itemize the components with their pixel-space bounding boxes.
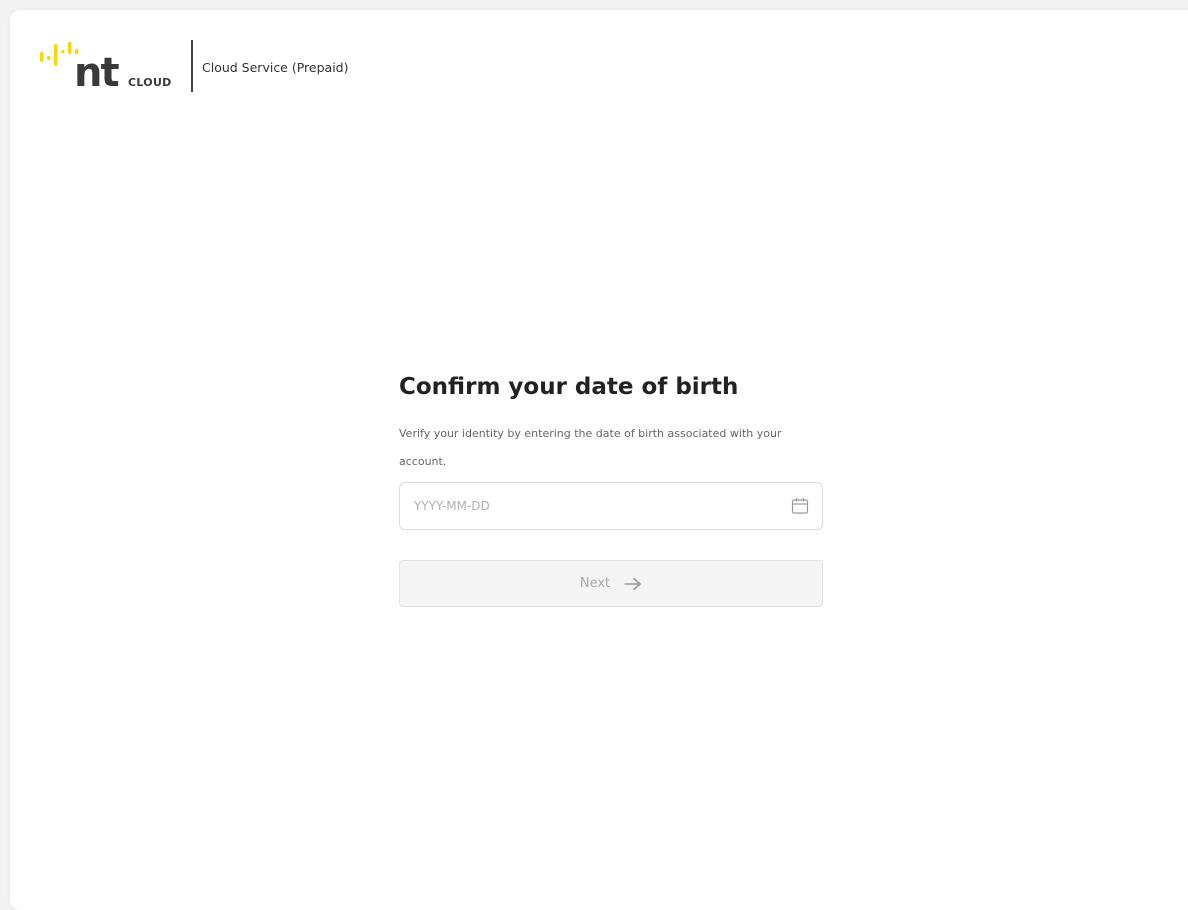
dob-field[interactable] bbox=[399, 482, 823, 530]
dob-form: Confirm your date of birth Verify your i… bbox=[399, 370, 825, 607]
dob-input[interactable] bbox=[400, 483, 770, 529]
nt-cloud-logo: nt CLOUD bbox=[38, 40, 183, 100]
next-button[interactable]: Next bbox=[399, 560, 823, 607]
logo-wordmark: nt bbox=[74, 50, 120, 96]
main-card: nt CLOUD Cloud Service (Prepaid) Confirm… bbox=[10, 10, 1188, 910]
calendar-icon[interactable] bbox=[791, 497, 809, 515]
arrow-right-icon bbox=[624, 577, 641, 590]
header-divider bbox=[191, 40, 193, 92]
page-description: Verify your identity by entering the dat… bbox=[399, 427, 782, 468]
service-name: Cloud Service (Prepaid) bbox=[202, 60, 349, 75]
header: nt CLOUD Cloud Service (Prepaid) bbox=[38, 40, 348, 100]
page-title: Confirm your date of birth bbox=[399, 374, 739, 400]
logo-subtext: CLOUD bbox=[128, 76, 172, 89]
next-button-label: Next bbox=[579, 576, 611, 591]
